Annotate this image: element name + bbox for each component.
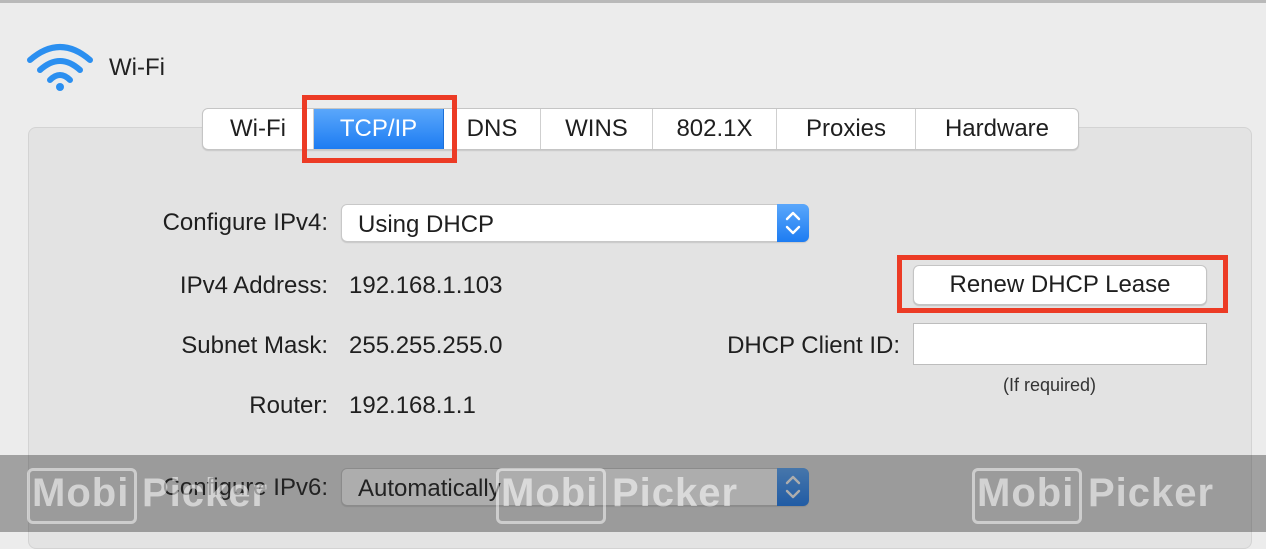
- watermark-text: Picker: [612, 471, 739, 515]
- watermark-text: Mobi: [977, 471, 1075, 515]
- watermark-text: Mobi: [501, 471, 599, 515]
- configure-ipv4-value: Using DHCP: [358, 211, 495, 238]
- watermark-text: Picker: [142, 471, 269, 515]
- window-title: Wi-Fi: [109, 54, 165, 81]
- tab-proxies[interactable]: Proxies: [777, 109, 916, 149]
- dhcp-client-id-label: DHCP Client ID:: [727, 332, 900, 359]
- highlight-box-renew-button: [897, 255, 1228, 313]
- watermark-text: Mobi: [32, 471, 130, 515]
- subnet-mask-label: Subnet Mask:: [181, 332, 328, 359]
- subnet-mask-value: 255.255.255.0: [349, 332, 503, 359]
- highlight-box-tcpip-tab: [302, 95, 457, 163]
- select-stepper-icon: [777, 204, 809, 242]
- watermark-text: Picker: [1088, 471, 1215, 515]
- dhcp-client-id-input[interactable]: [913, 323, 1207, 365]
- configure-ipv4-label: Configure IPv4:: [162, 209, 328, 236]
- tab-dns[interactable]: DNS: [444, 109, 541, 149]
- router-value: 192.168.1.1: [349, 392, 476, 419]
- wifi-icon: [27, 44, 93, 91]
- tab-wins[interactable]: WINS: [541, 109, 653, 149]
- configure-ipv4-select[interactable]: Using DHCP: [341, 204, 809, 242]
- client-id-hint: (If required): [1003, 375, 1097, 395]
- tab-8021x[interactable]: 802.1X: [653, 109, 777, 149]
- ipv4-address-label: IPv4 Address:: [179, 272, 328, 299]
- tab-wifi[interactable]: Wi-Fi: [203, 109, 314, 149]
- ipv4-address-value: 192.168.1.103: [349, 272, 503, 299]
- window-top-border: [0, 0, 1266, 3]
- router-label: Router:: [249, 392, 328, 419]
- tab-hardware[interactable]: Hardware: [916, 109, 1078, 149]
